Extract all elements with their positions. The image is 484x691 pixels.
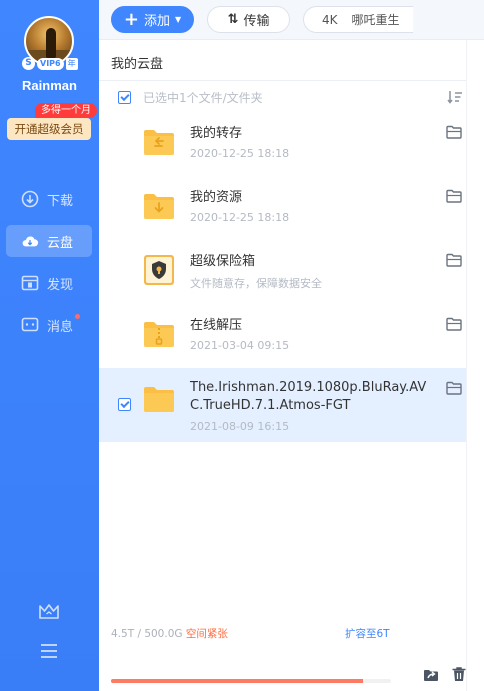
unread-dot — [75, 314, 80, 319]
search-suggestion: 哪吒重生 — [351, 13, 400, 27]
list-item[interactable]: 在线解压 2021-03-04 09:15 — [99, 304, 466, 368]
expand-storage-link[interactable]: 扩容至6T — [345, 626, 390, 641]
sidebar: S VIP6 年 Rainman 多得一个月 开通超级会员 下载 云盘 发现 消… — [0, 0, 99, 691]
storage-progress-fill — [111, 679, 363, 683]
resource-folder-icon — [143, 190, 175, 222]
safe-box-icon — [143, 254, 175, 286]
file-date: 2021-03-04 09:15 — [190, 339, 290, 352]
share-icon[interactable] — [423, 666, 439, 682]
storage-warning: 空间紧张 — [185, 628, 228, 640]
vip-year: 年 — [65, 57, 78, 70]
promo-tag: 多得一个月 — [35, 103, 97, 118]
file-date: 2020-12-25 18:18 — [190, 211, 290, 224]
vip-level: VIP6 — [37, 57, 64, 70]
caret-down-icon: ▼ — [174, 15, 182, 24]
file-name: 在线解压 — [190, 318, 243, 333]
row-checkbox[interactable] — [118, 398, 131, 411]
search-input[interactable]: 4K 哪吒重生 — [303, 6, 413, 33]
sidebar-item-label: 发现 — [47, 277, 74, 293]
scrollbar[interactable] — [466, 40, 484, 691]
sidebar-item-discover[interactable]: 发现 — [6, 267, 92, 299]
transfer-icon: ⇅ — [227, 12, 239, 27]
sidebar-item-download[interactable]: 下载 — [6, 183, 92, 215]
list-item-selected[interactable]: The.Irishman.2019.1080p.BluRay.AVC.TrueH… — [99, 368, 466, 442]
sidebar-item-messages[interactable]: 消息 — [6, 309, 92, 341]
sidebar-item-label: 下载 — [47, 193, 74, 209]
select-all-checkbox[interactable] — [118, 90, 131, 104]
transfer-button-label: 传输 — [243, 14, 270, 29]
sort-icon[interactable] — [447, 89, 463, 105]
unzip-folder-icon — [143, 318, 175, 350]
plus-icon: + — [123, 8, 139, 30]
list-item[interactable]: 我的资源 2020-12-25 18:18 — [99, 176, 466, 240]
sidebar-nav: 下载 云盘 发现 消息 — [6, 183, 92, 351]
page-title: 我的云盘 — [111, 57, 164, 72]
toolbar: + 添加 ▼ ⇅ 传输 4K 哪吒重生 — [99, 0, 484, 40]
storage-used: 4.5T / 500.0G — [111, 628, 183, 640]
divider — [99, 80, 466, 81]
storage-usage: 4.5T / 500.0G 空间紧张 — [111, 626, 228, 641]
add-button[interactable]: + 添加 ▼ — [111, 6, 194, 33]
list-item[interactable]: 我的转存 2020-12-25 18:18 — [99, 112, 466, 176]
file-date: 2020-12-25 18:18 — [190, 147, 290, 160]
file-name: 超级保险箱 — [190, 254, 256, 269]
folder-icon — [143, 383, 175, 415]
sidebar-item-label: 消息 — [47, 319, 74, 335]
trash-icon[interactable] — [451, 666, 467, 682]
file-name: The.Irishman.2019.1080p.BluRay.AVC.TrueH… — [190, 380, 427, 413]
open-folder-icon[interactable] — [446, 317, 464, 333]
vip-badge: S VIP6 年 — [22, 57, 78, 70]
selection-bar: 已选中1个文件/文件夹 — [118, 89, 463, 105]
main-content: 我的云盘 已选中1个文件/文件夹 我的转存 2020-12-25 18:18 我… — [99, 40, 484, 691]
list-item[interactable]: 超级保险箱 文件随意存，保障数据安全 — [99, 240, 466, 304]
transfer-button[interactable]: ⇅ 传输 — [207, 6, 290, 33]
search-hd-tag: 4K — [322, 12, 338, 27]
storage-progress-bar — [111, 679, 391, 683]
crown-icon[interactable] — [38, 601, 60, 623]
file-name: 我的资源 — [190, 190, 243, 205]
add-button-label: 添加 — [143, 14, 170, 29]
file-subtitle: 文件随意存，保障数据安全 — [190, 277, 322, 290]
file-name: 我的转存 — [190, 126, 243, 141]
file-list: 我的转存 2020-12-25 18:18 我的资源 2020-12-25 18… — [99, 112, 466, 442]
cloud-icon — [21, 232, 39, 250]
sidebar-item-cloud[interactable]: 云盘 — [6, 225, 92, 257]
open-folder-icon[interactable] — [446, 189, 464, 205]
download-icon — [21, 190, 39, 208]
upgrade-button[interactable]: 开通超级会员 — [7, 118, 91, 140]
selection-text: 已选中1个文件/文件夹 — [143, 90, 263, 105]
file-date: 2021-08-09 16:15 — [190, 420, 290, 433]
open-folder-icon[interactable] — [446, 253, 464, 269]
username[interactable]: Rainman — [0, 78, 99, 93]
sidebar-item-label: 云盘 — [47, 235, 74, 251]
open-folder-icon[interactable] — [446, 381, 464, 397]
vip-s-badge: S — [22, 57, 35, 70]
transfer-folder-icon — [143, 126, 175, 158]
discover-icon — [21, 274, 39, 292]
message-icon — [21, 316, 39, 334]
open-folder-icon[interactable] — [446, 125, 464, 141]
menu-icon[interactable] — [38, 640, 60, 662]
